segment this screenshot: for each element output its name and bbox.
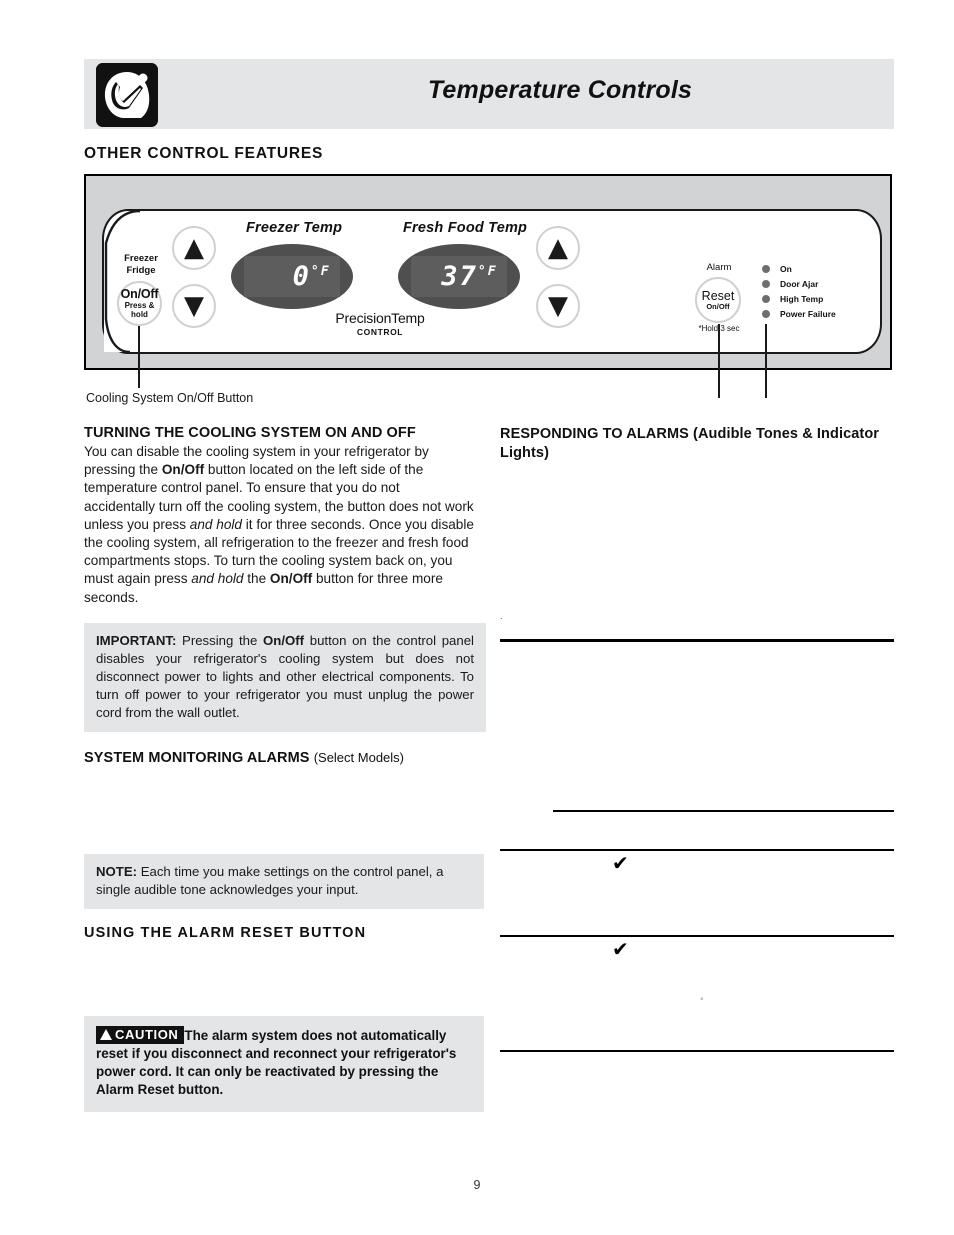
turning-cooling-paragraph: You can disable the cooling system in yo… [84, 443, 474, 607]
led-indicator-icon [762, 294, 770, 303]
system-monitoring-heading: SYSTEM MONITORING ALARMS (Select Models) [84, 750, 474, 766]
turning-cooling-heading: TURNING THE COOLING SYSTEM ON AND OFF [84, 425, 416, 441]
fresh-food-temp-display: 37°F [398, 244, 520, 309]
freezer-temp-value: 0°F [292, 260, 331, 292]
run-italic: and hold [189, 516, 242, 532]
run-bold: On/Off [269, 571, 313, 587]
freezer-temp-caption: Freezer Temp [246, 220, 343, 236]
page-number: 9 [473, 1178, 481, 1192]
checkmark-icon: ✔ [612, 937, 629, 961]
left-column: TURNING THE COOLING SYSTEM ON AND OFF Yo… [84, 425, 486, 1112]
freezer-fridge-line2: Fridge [126, 264, 156, 276]
freezer-temp-display: 0°F [231, 244, 353, 309]
brand-mark: PrecisionTemp CONTROL [300, 310, 460, 337]
leader-line-alarm-reset [718, 324, 720, 398]
indicator-row-high-temp: High Temp [762, 291, 836, 306]
system-monitoring-heading-note: (Select Models) [313, 749, 404, 765]
chevron-down-icon: ▼ [548, 291, 568, 321]
stray-dot-mark: . [500, 611, 503, 621]
run-text: the [243, 571, 270, 587]
responding-to-alarms-heading: RESPONDING TO ALARMS (Audible Tones & In… [500, 426, 880, 462]
chevron-down-icon: ▼ [184, 291, 204, 321]
note-callout-text: NOTE: Each time you make settings on the… [96, 863, 472, 899]
indicator-label: On [780, 263, 792, 274]
cooling-onoff-button[interactable]: On/Off Press & hold [117, 281, 162, 326]
fresh-food-temp-caption: Fresh Food Temp [403, 220, 528, 236]
warning-triangle-icon [100, 1028, 112, 1040]
onoff-button-sublabel: Press & hold [124, 300, 155, 319]
indicator-row-door-ajar: Door Ajar [762, 276, 836, 291]
run-bold: On/Off [161, 462, 205, 478]
system-monitoring-heading-text: SYSTEM MONITORING ALARMS [84, 749, 310, 766]
freezer-fridge-label: Freezer Fridge [112, 253, 170, 277]
caution-badge-label: CAUTION [115, 1026, 179, 1042]
hand-dial-icon [96, 63, 158, 127]
indicator-row-on: On [762, 261, 836, 276]
brand-subtitle: CONTROL [356, 327, 404, 337]
alarm-reset-sublabel: On/Off [706, 302, 730, 311]
led-indicator-icon [762, 309, 770, 318]
checkmark-icon: ✔ [612, 851, 629, 875]
indicator-row-power-failure: Power Failure [762, 306, 836, 321]
led-indicator-icon [762, 279, 770, 288]
table-rule [500, 1050, 894, 1052]
chevron-up-icon: ▲ [548, 233, 568, 263]
fresh-food-temp-down-button[interactable]: ▼ [536, 284, 580, 328]
alarm-reset-label: Reset [701, 288, 735, 303]
leader-line-onoff [138, 326, 140, 388]
run-italic: and hold [191, 571, 244, 587]
note-callout-box: NOTE: Each time you make settings on the… [84, 853, 484, 909]
fresh-food-temp-value: 37°F [441, 260, 498, 292]
page-title: Temperature Controls [427, 76, 693, 104]
table-rule [500, 849, 894, 851]
indicator-label: High Temp [780, 293, 824, 304]
freezer-display-screen: 0°F [244, 256, 340, 297]
run-bold: NOTE: [96, 863, 138, 879]
other-control-features-heading: OTHER CONTROL FEATURES [84, 145, 324, 162]
run-bold: On/Off [263, 632, 305, 648]
indicator-light-list: On Door Ajar High Temp Power Failure [762, 261, 836, 321]
fresh-food-temp-up-button[interactable]: ▲ [536, 226, 580, 270]
right-column: RESPONDING TO ALARMS (Audible Tones & In… [500, 425, 894, 465]
led-indicator-icon [762, 264, 770, 273]
callout-caption-onoff: Cooling System On/Off Button [86, 391, 254, 405]
caution-badge: CAUTION [96, 1025, 185, 1044]
fresh-food-display-screen: 37°F [411, 256, 507, 297]
brand-name: PrecisionTemp [335, 310, 425, 326]
table-rule [500, 935, 894, 937]
run-text: Pressing the [176, 632, 264, 648]
freezer-fridge-line1: Freezer [124, 253, 158, 264]
table-rule [500, 639, 894, 642]
leader-line-indicator-lights [765, 324, 767, 398]
indicator-label: Power Failure [780, 308, 836, 319]
important-callout-text: IMPORTANT: Pressing the On/Off button on… [96, 632, 474, 722]
onoff-button-label: On/Off [120, 286, 159, 301]
alarm-label: Alarm [706, 262, 732, 273]
important-callout-box: IMPORTANT: Pressing the On/Off button on… [84, 622, 486, 732]
freezer-temp-down-button[interactable]: ▼ [172, 284, 216, 328]
run-bold: IMPORTANT: [96, 632, 177, 648]
alarm-reset-button[interactable]: Reset On/Off [695, 277, 741, 323]
chevron-up-icon: ▲ [184, 233, 204, 263]
alarm-reset-heading: USING THE ALARM RESET BUTTON [84, 924, 367, 941]
caution-callout-box: CAUTION The alarm system does not automat… [84, 1015, 484, 1112]
indicator-label: Door Ajar [780, 278, 819, 289]
degree-symbol-mark: ° [700, 996, 704, 1006]
run-text: Each time you make settings on the contr… [96, 863, 444, 897]
freezer-temp-up-button[interactable]: ▲ [172, 226, 216, 270]
table-rule [553, 810, 894, 812]
